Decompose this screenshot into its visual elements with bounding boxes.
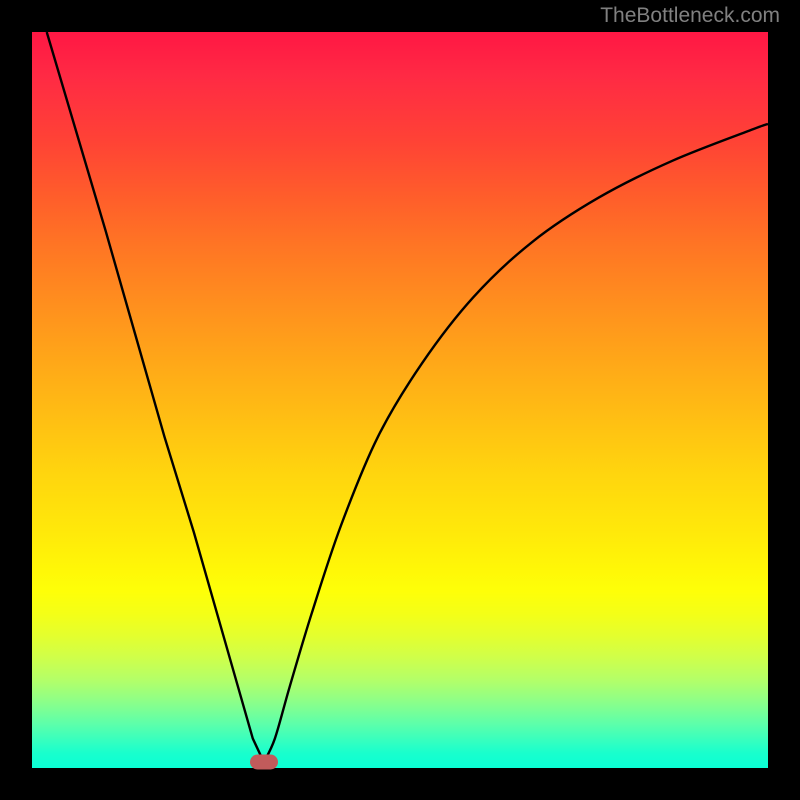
minimum-marker (250, 755, 278, 770)
plot-area (32, 32, 768, 768)
bottleneck-curve (32, 32, 768, 768)
attribution-text: TheBottleneck.com (600, 4, 780, 28)
